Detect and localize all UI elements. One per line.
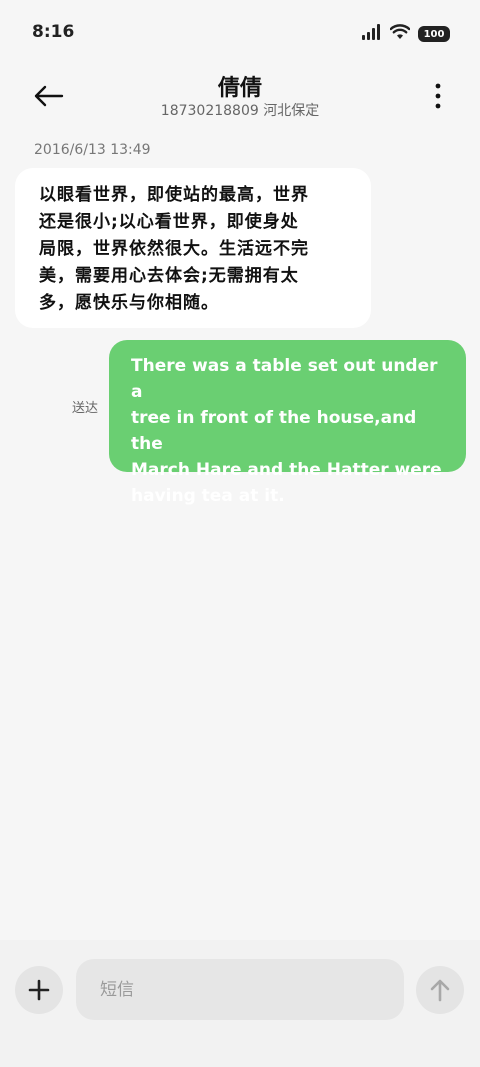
send-arrow-up-icon — [430, 979, 450, 1002]
status-icons: 100 — [362, 24, 450, 44]
more-vertical-icon — [435, 83, 441, 109]
incoming-message-bubble[interactable]: 以眼看世界，即使站的最高，世界 还是很小;以心看世界，即使身处 局限，世界依然很… — [15, 168, 371, 328]
signal-icon — [362, 24, 382, 44]
more-options-button[interactable] — [426, 76, 450, 116]
message-line: 局限，世界依然很大。生活远不完 — [39, 239, 309, 259]
composer-bar — [0, 940, 480, 1067]
send-button[interactable] — [416, 966, 464, 1014]
message-line: 还是很小;以心看世界，即使身处 — [39, 212, 299, 232]
message-line: 以眼看世界，即使站的最高，世界 — [39, 185, 309, 205]
message-line: 多，愿快乐与你相随。 — [39, 293, 219, 313]
plus-icon — [28, 979, 50, 1001]
conversation-header: 倩倩 18730218809 河北保定 — [0, 64, 480, 134]
message-line: There was a table set out under a — [131, 356, 438, 402]
wifi-icon — [389, 24, 411, 44]
message-input[interactable] — [76, 959, 404, 1020]
status-bar: 8:16 100 — [0, 0, 480, 64]
contact-number-location: 18730218809 河北保定 — [160, 103, 320, 119]
add-attachment-button[interactable] — [15, 966, 63, 1014]
delivery-status: 送达 — [72, 401, 99, 416]
message-line: 美，需要用心去体会;无需拥有太 — [39, 266, 299, 286]
message-line: March Hare and the Hatter were — [131, 460, 442, 480]
contact-name: 倩倩 — [217, 76, 262, 101]
message-line: having tea at it. — [131, 486, 285, 506]
outgoing-message-bubble[interactable]: There was a table set out under a tree i… — [109, 340, 466, 506]
message-timestamp: 2016/6/13 13:49 — [34, 142, 151, 158]
status-time: 8:16 — [32, 22, 75, 42]
battery-icon: 100 — [418, 26, 450, 42]
message-line: tree in front of the house,and the — [131, 408, 417, 454]
